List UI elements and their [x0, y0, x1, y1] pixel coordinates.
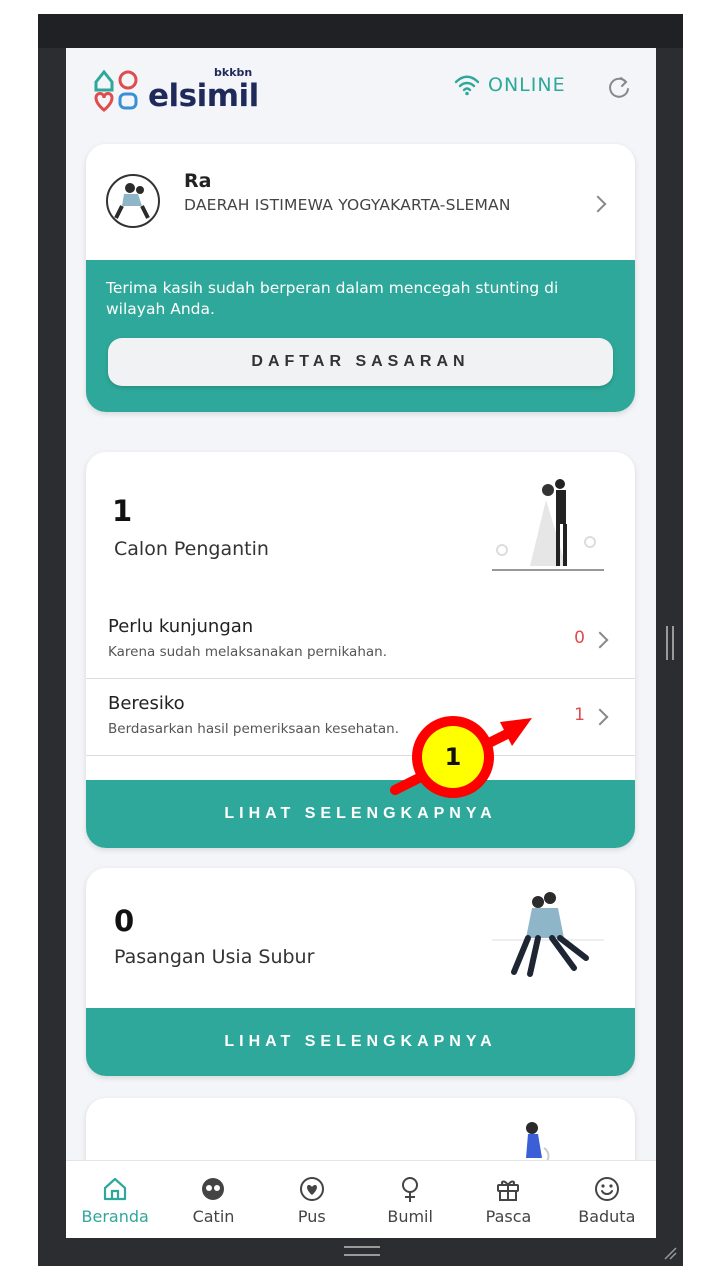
- profile-region: DAERAH ISTIMEWA YOGYAKARTA-SLEMAN: [184, 196, 511, 214]
- pus-card: 0 Pasangan Usia Subur LIHAT SELENGKAPNYA: [86, 868, 635, 1076]
- nav-item-catin[interactable]: Catin: [164, 1161, 262, 1238]
- wifi-icon: [454, 75, 480, 96]
- row-count: 1: [574, 705, 585, 725]
- catin-count: 1: [112, 494, 133, 528]
- list-item-perlu-kunjungan[interactable]: Perlu kunjungan Karena sudah melaksanaka…: [86, 602, 635, 679]
- thank-you-message: Terima kasih sudah berperan dalam menceg…: [106, 279, 559, 318]
- profile-card[interactable]: Ra DAERAH ISTIMEWA YOGYAKARTA-SLEMAN Ter…: [86, 144, 635, 412]
- nav-label: Pus: [297, 1207, 326, 1226]
- row-title: Perlu kunjungan: [108, 616, 254, 637]
- app-logo-text: elsimil: [148, 78, 259, 114]
- row-subtitle: Berdasarkan hasil pemeriksaan kesehatan.: [108, 721, 400, 737]
- app-screen: bkkbn elsimil ONLINE Ra DAERAH ISTIMEWA …: [66, 48, 656, 1238]
- step-marker-number: 1: [422, 726, 484, 788]
- chevron-right-icon: [589, 195, 607, 213]
- pus-count: 0: [114, 904, 135, 938]
- online-label: ONLINE: [488, 74, 566, 96]
- app-header: bkkbn elsimil ONLINE: [66, 48, 656, 128]
- pus-label: Pasangan Usia Subur: [114, 946, 315, 968]
- lihat-selengkapnya-button[interactable]: LIHAT SELENGKAPNYA: [86, 1008, 635, 1076]
- home-icon: [104, 1177, 127, 1201]
- catin-card: 1 Calon Pengantin Perlu kunjungan Karena…: [86, 452, 635, 848]
- gift-icon: [497, 1180, 520, 1201]
- nav-item-pus[interactable]: Pus: [263, 1161, 361, 1238]
- nav-label: Bumil: [387, 1207, 433, 1226]
- nav-item-beranda[interactable]: Beranda: [66, 1161, 164, 1238]
- couple-sitting-illustration: [492, 892, 604, 977]
- nav-item-pasca[interactable]: Pasca: [459, 1161, 557, 1238]
- row-subtitle: Karena sudah melaksanakan pernikahan.: [108, 644, 388, 660]
- refresh-icon[interactable]: [604, 72, 634, 102]
- row-count: 0: [574, 628, 585, 648]
- elsimil-logo-icon: [94, 69, 138, 112]
- female-icon: [402, 1177, 419, 1202]
- bottom-handle[interactable]: [344, 1246, 380, 1256]
- heart-icon: [299, 1177, 324, 1201]
- chevron-right-icon: [591, 631, 609, 649]
- step-marker: 1: [412, 716, 494, 798]
- daftar-sasaran-button[interactable]: DAFTAR SASARAN: [108, 338, 613, 386]
- chevron-right-icon: [591, 708, 609, 726]
- wedding-couple-illustration: [492, 479, 604, 571]
- window-top-bar: [38, 14, 683, 48]
- nav-label: Catin: [192, 1207, 235, 1226]
- corner-grip-icon[interactable]: [661, 1244, 677, 1260]
- nav-label: Baduta: [578, 1207, 636, 1226]
- catin-label: Calon Pengantin: [114, 538, 269, 560]
- profile-name: Ra: [184, 170, 212, 192]
- smile-icon: [594, 1177, 619, 1201]
- avatar: [106, 174, 160, 228]
- nav-item-bumil[interactable]: Bumil: [361, 1161, 459, 1238]
- online-status: ONLINE: [454, 74, 566, 96]
- bottom-navigation: Beranda Catin Pus Bumil Pasca Baduta: [66, 1160, 656, 1238]
- nav-item-baduta[interactable]: Baduta: [558, 1161, 656, 1238]
- couple-face-icon: [202, 1178, 225, 1200]
- nav-label: Pasca: [485, 1207, 532, 1226]
- lihat-selengkapnya-button[interactable]: LIHAT SELENGKAPNYA: [86, 780, 635, 848]
- profile-message-panel: Terima kasih sudah berperan dalam menceg…: [86, 260, 635, 412]
- nav-label: Beranda: [81, 1207, 149, 1226]
- resize-handle[interactable]: [666, 626, 674, 660]
- row-title: Beresiko: [108, 693, 185, 714]
- list-item-beresiko[interactable]: Beresiko Berdasarkan hasil pemeriksaan k…: [86, 679, 635, 756]
